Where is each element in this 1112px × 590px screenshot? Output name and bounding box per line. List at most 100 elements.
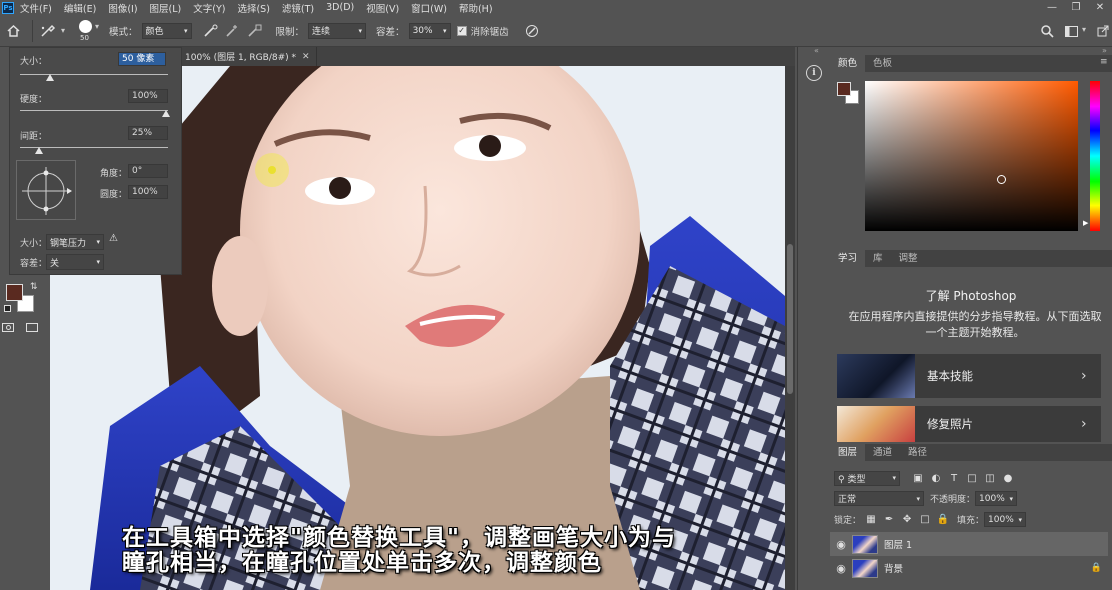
color-picker-cursor[interactable] bbox=[997, 175, 1006, 184]
size-control-select[interactable]: 钢笔压力 ▾ bbox=[46, 234, 104, 250]
angle-input[interactable]: 0° bbox=[128, 164, 168, 178]
tab-paths[interactable]: 路径 bbox=[900, 444, 935, 461]
eye-icon[interactable]: ◉ bbox=[830, 562, 852, 575]
menu-window[interactable]: 窗口(W) bbox=[411, 1, 447, 15]
blend-mode-select[interactable]: 正常 ▾ bbox=[834, 491, 924, 506]
close-tab-icon[interactable]: ✕ bbox=[302, 52, 310, 62]
filter-pixel-icon[interactable]: ▣ bbox=[910, 471, 926, 485]
info-icon[interactable]: i bbox=[806, 65, 822, 81]
lock-transparent-icon[interactable]: ▦ bbox=[863, 513, 879, 527]
search-icon[interactable] bbox=[1038, 22, 1056, 40]
eye-icon[interactable]: ◉ bbox=[830, 538, 852, 551]
close-icon[interactable]: ✕ bbox=[1088, 0, 1112, 15]
spacing-slider-thumb[interactable] bbox=[35, 147, 43, 154]
antialias-checkbox[interactable]: ✓ bbox=[456, 25, 467, 36]
vertical-scrollbar[interactable] bbox=[785, 66, 795, 590]
menu-file[interactable]: 文件(F) bbox=[20, 1, 52, 15]
tab-channels[interactable]: 通道 bbox=[865, 444, 900, 461]
layer-row-background[interactable]: ◉ 背景 🔒 bbox=[830, 556, 1108, 580]
tab-layers[interactable]: 图层 bbox=[830, 444, 866, 461]
brush-size-badge: 50 bbox=[80, 33, 89, 42]
share-icon[interactable] bbox=[1094, 22, 1112, 40]
menu-image[interactable]: 图像(I) bbox=[108, 1, 137, 15]
layer-kind-filter[interactable]: ⚲ 类型 ▾ bbox=[834, 470, 900, 486]
fill-label: 填充： bbox=[957, 516, 985, 526]
brush-preset-picker[interactable]: 50 ▾ bbox=[75, 19, 99, 43]
restore-icon[interactable]: ❐ bbox=[1064, 0, 1088, 15]
swap-colors-icon[interactable]: ⇅ bbox=[30, 282, 38, 292]
screen-mode-icon[interactable] bbox=[26, 323, 38, 332]
expand-icon[interactable]: » bbox=[1102, 46, 1107, 55]
hardness-slider-track[interactable] bbox=[20, 110, 168, 111]
size-slider-track[interactable] bbox=[20, 74, 168, 75]
size-slider-thumb[interactable] bbox=[45, 74, 54, 81]
hue-slider-handle[interactable]: ▶ bbox=[1083, 219, 1088, 227]
tolerance-value: 30% bbox=[412, 25, 433, 36]
home-icon[interactable] bbox=[4, 22, 22, 40]
lock-paint-icon[interactable]: ✒ bbox=[881, 513, 897, 527]
lock-move-icon[interactable]: ✥ bbox=[899, 513, 915, 527]
filter-toggle-icon[interactable]: ● bbox=[1000, 471, 1016, 485]
tab-learn[interactable]: 学习 bbox=[830, 250, 866, 267]
tab-libraries[interactable]: 库 bbox=[865, 250, 891, 267]
menu-select[interactable]: 选择(S) bbox=[237, 1, 269, 15]
tab-color[interactable]: 颜色 bbox=[830, 55, 866, 72]
quick-mask-icon[interactable] bbox=[2, 323, 14, 332]
antialias-label: 消除锯齿 bbox=[470, 26, 509, 38]
filter-adjustment-icon[interactable]: ◐ bbox=[928, 471, 944, 485]
opacity-input[interactable]: 100% ▾ bbox=[975, 491, 1018, 506]
foreground-color-swatch[interactable] bbox=[6, 284, 23, 301]
learn-card-fix-photos[interactable]: 修复照片 › bbox=[837, 406, 1101, 442]
pressure-size-icon[interactable] bbox=[523, 22, 541, 40]
scrollbar-thumb[interactable] bbox=[787, 244, 793, 394]
collapse-icon[interactable]: « bbox=[814, 46, 819, 55]
kind-filter-value: 类型 bbox=[847, 474, 866, 485]
menu-edit[interactable]: 编辑(E) bbox=[64, 1, 96, 15]
layer-name[interactable]: 图层 1 bbox=[884, 537, 1108, 551]
sampling-continuous-icon[interactable] bbox=[202, 22, 220, 40]
layers-panel-tabs: 图层 通道 路径 bbox=[830, 444, 1112, 461]
lock-artboard-icon[interactable]: □ bbox=[917, 513, 933, 527]
limit-select[interactable]: 连续 ▾ bbox=[308, 22, 367, 39]
sampling-once-icon[interactable] bbox=[224, 22, 242, 40]
fill-input[interactable]: 100% ▾ bbox=[984, 512, 1027, 527]
tab-adjustments[interactable]: 调整 bbox=[891, 250, 926, 267]
panel-menu-icon[interactable]: ≡ bbox=[1100, 57, 1108, 67]
color-replacement-tool-icon[interactable] bbox=[39, 22, 57, 40]
menu-view[interactable]: 视图(V) bbox=[366, 1, 399, 15]
menu-layer[interactable]: 图层(L) bbox=[150, 1, 182, 15]
lock-fill-row: 锁定： ▦ ✒ ✥ □ 🔒 填充： 100% ▾ bbox=[834, 512, 1027, 527]
color-panel-foreground-swatch[interactable] bbox=[837, 82, 851, 96]
angle-roundness-preview[interactable] bbox=[16, 160, 76, 220]
tolerance-input[interactable]: 30% ▾ bbox=[408, 22, 451, 39]
collapsed-panels-strip: « i bbox=[797, 46, 829, 590]
workspace-chevron-icon[interactable]: ▾ bbox=[1082, 25, 1086, 34]
filter-smart-object-icon[interactable]: ◫ bbox=[982, 471, 998, 485]
menu-filter[interactable]: 滤镜(T) bbox=[282, 1, 314, 15]
hardness-input[interactable]: 100% bbox=[128, 89, 168, 103]
filter-type-icon[interactable]: T bbox=[946, 471, 962, 485]
minimize-icon[interactable]: — bbox=[1040, 0, 1064, 15]
sampling-background-icon[interactable] bbox=[246, 22, 264, 40]
menu-3d[interactable]: 3D(D) bbox=[326, 2, 354, 13]
spacing-input[interactable]: 25% bbox=[128, 126, 168, 140]
layer-name[interactable]: 背景 bbox=[884, 561, 1091, 575]
hardness-slider-thumb[interactable] bbox=[162, 110, 170, 117]
filter-shape-icon[interactable]: □ bbox=[964, 471, 980, 485]
document-tab[interactable]: 100% (图层 1, RGB/8#) * ✕ bbox=[181, 47, 317, 66]
workspace-icon[interactable] bbox=[1062, 22, 1080, 40]
hue-slider[interactable] bbox=[1090, 81, 1100, 231]
tab-swatches[interactable]: 色板 bbox=[865, 55, 900, 72]
mode-select[interactable]: 颜色 ▾ bbox=[141, 22, 192, 39]
menu-type[interactable]: 文字(Y) bbox=[193, 1, 225, 15]
size-input[interactable]: 50 像素 bbox=[118, 52, 166, 66]
roundness-input[interactable]: 100% bbox=[128, 185, 168, 199]
tolerance-control-select[interactable]: 关 ▾ bbox=[46, 254, 104, 270]
color-picker-field[interactable] bbox=[865, 81, 1078, 231]
lock-all-icon[interactable]: 🔒 bbox=[935, 513, 951, 527]
default-colors-icon[interactable] bbox=[4, 305, 11, 312]
chevron-down-icon[interactable]: ▾ bbox=[61, 26, 65, 35]
learn-card-basic-skills[interactable]: 基本技能 › bbox=[837, 354, 1101, 398]
menu-help[interactable]: 帮助(H) bbox=[459, 1, 493, 15]
layer-row-layer1[interactable]: ◉ 图层 1 bbox=[830, 532, 1108, 556]
